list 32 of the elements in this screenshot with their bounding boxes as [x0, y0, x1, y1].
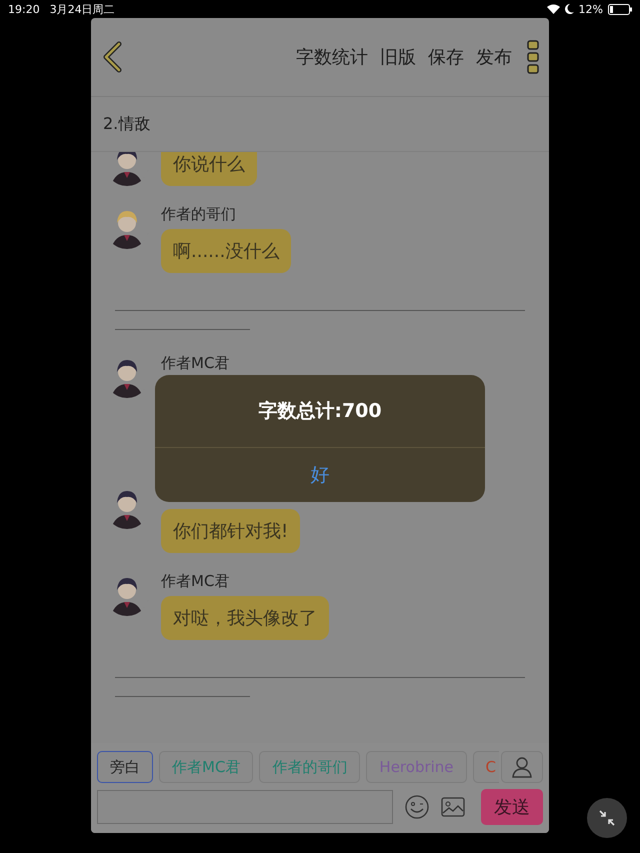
- send-button[interactable]: 发送: [481, 789, 543, 825]
- message-bubble: 啊......没什么: [161, 229, 292, 273]
- header-action[interactable]: 字数统计: [291, 45, 373, 69]
- message-bubble: 对哒，我头像改了: [161, 596, 329, 640]
- message-input[interactable]: [97, 790, 393, 824]
- message-bubble: 你说什么: [161, 152, 257, 186]
- speaker-name: 作者MC君: [161, 354, 230, 374]
- character-tab[interactable]: C: [472, 751, 499, 783]
- image-icon[interactable]: [441, 797, 465, 817]
- moon-icon: [564, 4, 574, 14]
- user-button[interactable]: [501, 751, 543, 783]
- header-action[interactable]: 旧版: [375, 45, 421, 69]
- user-icon: [512, 756, 532, 778]
- battery-percent: 12%: [578, 2, 603, 16]
- character-tab[interactable]: 旁白: [97, 751, 153, 783]
- emoji-icon[interactable]: [405, 795, 429, 819]
- alert-message: 字数总计:700: [258, 399, 382, 424]
- collapse-icon: [598, 809, 616, 827]
- wifi-icon: [546, 4, 560, 14]
- more-icon[interactable]: [527, 40, 539, 74]
- speaker-name: 作者MC君: [161, 572, 230, 592]
- message-bubble: 你们都针对我!: [161, 509, 300, 553]
- speaker-name: 作者的哥们: [161, 205, 236, 225]
- status-date: 3月24日周二: [50, 2, 115, 16]
- ok-button[interactable]: 好: [155, 448, 485, 502]
- back-icon[interactable]: [101, 41, 123, 73]
- status-time: 19:20: [8, 2, 40, 16]
- header-action[interactable]: 保存: [423, 45, 469, 69]
- header-action[interactable]: 发布: [471, 45, 517, 69]
- minimize-button[interactable]: [587, 798, 627, 838]
- battery-icon: [608, 4, 632, 14]
- chapter-title: 2.情敌: [103, 114, 150, 134]
